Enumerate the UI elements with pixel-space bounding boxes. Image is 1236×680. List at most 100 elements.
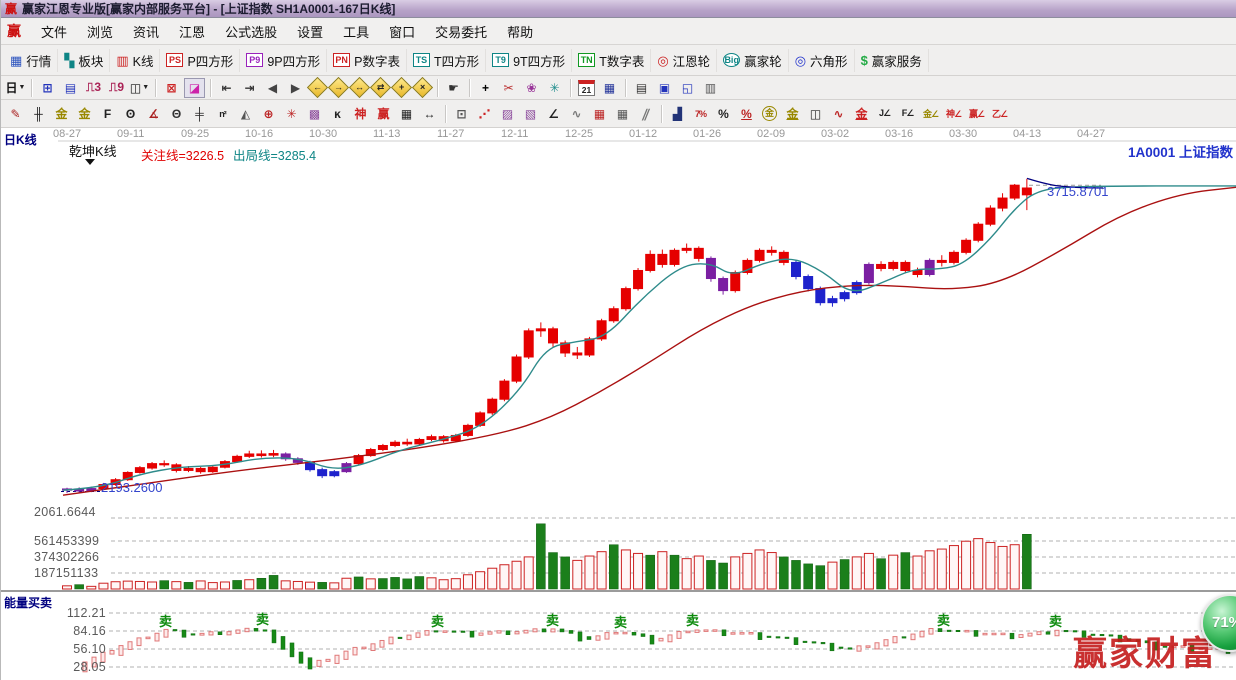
pen-ruler-icon[interactable]: ∡ [143, 104, 164, 124]
p-number-table-button[interactable]: PNP数字表 [327, 49, 407, 72]
expand-h-diamond[interactable]: ↔ [349, 77, 370, 98]
k-quote-icon[interactable]: ĸ [327, 104, 348, 124]
kline-button[interactable]: ▥K线 [110, 49, 160, 72]
chart-window-icon[interactable]: ⊞ [37, 78, 58, 98]
percent-icon[interactable]: % [713, 104, 734, 124]
wave-marker-icon[interactable]: ∿ [828, 104, 849, 124]
date-tick-label: 10-16 [245, 128, 273, 140]
scale-ticks-icon[interactable]: ╫ [28, 104, 49, 124]
percent-lines-icon[interactable]: % [736, 104, 757, 124]
spiral-tool-icon[interactable]: ʘ [120, 104, 141, 124]
crosshair-icon[interactable]: + [475, 78, 496, 98]
box-region-icon[interactable]: ⊡ [451, 104, 472, 124]
color-volume-icon[interactable]: ◪ [184, 78, 205, 98]
ying-tool-icon[interactable]: 赢 [373, 104, 394, 124]
gann-wheel-button[interactable]: ◎江恩轮 [651, 49, 717, 72]
page-next-icon[interactable]: ▶ [285, 78, 306, 98]
gold-circle-icon[interactable]: 金 [759, 104, 780, 124]
menu-item-5[interactable]: 公式选股 [215, 19, 287, 44]
calendar-icon[interactable]: 21 [576, 78, 597, 98]
minute-bars-3-icon[interactable]: ⎍3 [83, 78, 104, 98]
gold-red-icon[interactable]: 金 [851, 104, 872, 124]
menu-item-7[interactable]: 工具 [333, 19, 379, 44]
time-cycle-icon[interactable]: Θ [166, 104, 187, 124]
grid-123-icon[interactable]: ▦ [396, 104, 417, 124]
angle-ruler-icon[interactable]: ◭ [235, 104, 256, 124]
price-ticks-icon[interactable]: ╪ [189, 104, 210, 124]
compress-all-diamond[interactable]: × [412, 77, 433, 98]
compress-h-diamond[interactable]: ⇄ [370, 77, 391, 98]
zoom-right-diamond[interactable]: → [328, 77, 349, 98]
ying-angle-icon[interactable]: 赢∠ [966, 104, 987, 124]
expand-all-diamond[interactable]: + [391, 77, 412, 98]
child-window-icon[interactable]: 赢 [7, 21, 21, 41]
square-grid-icon[interactable]: ▦ [612, 104, 633, 124]
menu-item-10[interactable]: 帮助 [497, 19, 543, 44]
save-icon[interactable]: ▣ [654, 78, 675, 98]
page-prev-icon[interactable]: ◀ [262, 78, 283, 98]
trend-angle-icon[interactable]: ∠ [543, 104, 564, 124]
quotes-button[interactable]: ▦行情 [4, 49, 58, 72]
notes-icon[interactable]: ▤ [631, 78, 652, 98]
menu-item-9[interactable]: 交易委托 [425, 19, 497, 44]
hatch-box-icon[interactable]: ▨ [497, 104, 518, 124]
stat-bars-icon[interactable]: ▟ [667, 104, 688, 124]
gold-scale-a-icon[interactable]: 金 [51, 104, 72, 124]
menu-item-2[interactable]: 浏览 [77, 19, 123, 44]
p9-square-button[interactable]: P99P四方形 [240, 49, 327, 72]
f-angle-icon[interactable]: F∠ [897, 104, 918, 124]
zoom-left-diamond[interactable]: ← [307, 77, 328, 98]
pattern-search-icon[interactable]: ⊠ [161, 78, 182, 98]
hand-drag-icon[interactable]: ☛ [443, 78, 464, 98]
gann-crosshair-icon[interactable]: ⊕ [258, 104, 279, 124]
p-square-button[interactable]: PSP四方形 [160, 49, 240, 72]
t9-square-button[interactable]: T99T四方形 [486, 49, 572, 72]
minute-bars-9-icon[interactable]: ⎍9 [106, 78, 127, 98]
slant-lines-icon[interactable]: ∥ [635, 104, 656, 124]
sectors-button[interactable]: ▚板块 [58, 49, 110, 72]
menu-item-6[interactable]: 设置 [287, 19, 333, 44]
percent-angle-icon[interactable]: 7% [690, 104, 711, 124]
star-rays-icon[interactable]: ✳ [281, 104, 302, 124]
j-angle-icon[interactable]: J∠ [874, 104, 895, 124]
f-scale-icon[interactable]: F [97, 104, 118, 124]
candle-style-dropdown[interactable]: ◫▼ [129, 78, 150, 98]
shen-angle-icon[interactable]: 神∠ [943, 104, 964, 124]
fan-box-icon[interactable]: ▧ [520, 104, 541, 124]
menu-item-3[interactable]: 资讯 [123, 19, 169, 44]
stamp-tool-icon[interactable]: ❀ [521, 78, 542, 98]
yi-angle-icon[interactable]: 乙∠ [989, 104, 1010, 124]
n-squared-icon[interactable]: n² [212, 104, 233, 124]
menu-item-1[interactable]: 文件 [31, 19, 77, 44]
erase-line-icon[interactable]: ✂ [498, 78, 519, 98]
kline-chart-canvas[interactable] [1, 128, 1236, 680]
gold-lines-icon[interactable]: 金 [782, 104, 803, 124]
h-adjust-icon[interactable]: ↔ [419, 104, 440, 124]
fractal-tool-icon[interactable]: ✳ [544, 78, 565, 98]
print-icon[interactable]: ▥ [700, 78, 721, 98]
jump-first-icon[interactable]: ⇤ [216, 78, 237, 98]
kline-type-dropdown-icon[interactable] [85, 159, 95, 165]
fan-lines-icon[interactable]: ⋰ [474, 104, 495, 124]
t-number-table-button[interactable]: TNT数字表 [572, 49, 651, 72]
save-web-icon[interactable]: ◱ [677, 78, 698, 98]
brush-tool-icon[interactable]: ✎ [5, 104, 26, 124]
gold-scale-b-icon[interactable]: 金 [74, 104, 95, 124]
candle-marker-icon[interactable]: ◫ [805, 104, 826, 124]
jump-last-icon[interactable]: ⇥ [239, 78, 260, 98]
menu-item-4[interactable]: 江恩 [169, 19, 215, 44]
info-panel-icon[interactable]: ▤ [60, 78, 81, 98]
photo-grid-icon[interactable]: ▩ [304, 104, 325, 124]
shen-tool-icon[interactable]: 神 [350, 104, 371, 124]
calculator-icon[interactable]: ▦ [599, 78, 620, 98]
menu-item-8[interactable]: 窗口 [379, 19, 425, 44]
kline-type-label[interactable]: 乾坤K线 [69, 141, 117, 160]
winner-wheel-button[interactable]: Big赢家轮 [717, 49, 789, 72]
gold-angle-icon[interactable]: 金∠ [920, 104, 941, 124]
period-day-dropdown[interactable]: 日▼ [5, 78, 26, 98]
hexagon-button[interactable]: ◎六角形 [789, 49, 855, 72]
zigzag-icon[interactable]: ∿ [566, 104, 587, 124]
t-square-button[interactable]: TST四方形 [407, 49, 486, 72]
winner-service-button[interactable]: $赢家服务 [855, 49, 929, 72]
dense-grid-icon[interactable]: ▦ [589, 104, 610, 124]
